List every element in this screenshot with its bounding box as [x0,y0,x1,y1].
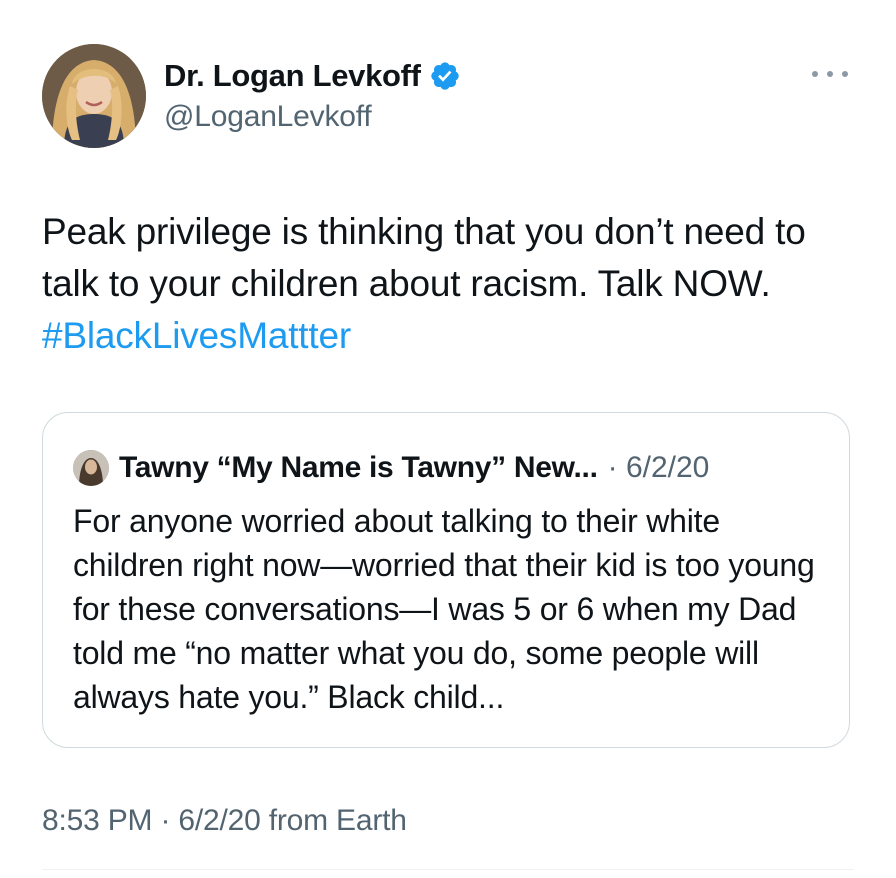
author-display-name[interactable]: Dr. Logan Levkoff [164,58,421,94]
tweet-timestamp[interactable]: 8:53 PM · 6/2/20 from Earth [42,804,407,838]
quoted-tweet-meta: · 6/2/20 [608,451,710,485]
divider [42,869,854,870]
avatar-photo [42,44,146,148]
quoted-tweet-text: For anyone worried about talking to thei… [73,503,815,715]
quoted-tweet-date[interactable]: 6/2/20 [626,451,709,484]
quoted-tweet[interactable]: Tawny “My Name is Tawny” New... · 6/2/20… [42,412,850,748]
author-avatar[interactable] [42,44,146,148]
quoted-author-name[interactable]: Tawny “My Name is Tawny” New... [119,451,598,485]
tweet-body: Peak privilege is thinking that you don’… [42,211,806,304]
more-dot [842,71,848,77]
author-handle[interactable]: @LoganLevkoff [164,100,372,134]
hashtag-link[interactable]: #BlackLivesMattter [42,315,351,356]
quoted-tweet-header: Tawny “My Name is Tawny” New... · 6/2/20 [73,449,709,487]
meta-separator: · [607,451,626,484]
verified-badge-icon[interactable] [429,60,461,92]
tweet-text: Peak privilege is thinking that you don’… [42,206,842,362]
more-options-icon[interactable] [812,64,848,84]
more-dot [812,71,818,77]
author-name-row: Dr. Logan Levkoff [164,56,461,96]
more-dot [827,71,833,77]
quoted-author-avatar [73,450,109,486]
